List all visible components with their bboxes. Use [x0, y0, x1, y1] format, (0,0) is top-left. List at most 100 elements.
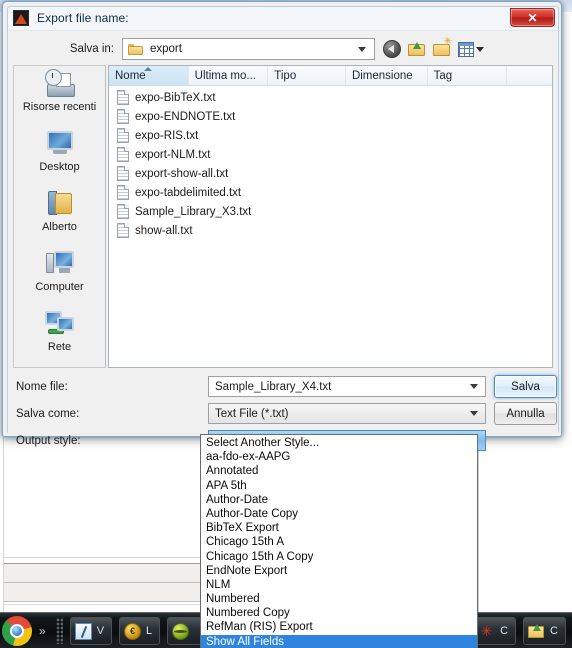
- text-file-icon: [117, 90, 129, 105]
- file-name: expo-RIS.txt: [135, 129, 199, 142]
- place-label: Risorse recenti: [22, 101, 97, 113]
- file-row[interactable]: expo-BibTeX.txt: [109, 88, 552, 107]
- column-label: Dimensione: [351, 69, 413, 82]
- dropdown-option[interactable]: Numbered: [201, 592, 477, 606]
- file-name-row: Nome file: Sample_Library_X4.txt Salva: [8, 375, 558, 402]
- taskbar-grip-handle[interactable]: [55, 618, 63, 644]
- place-computer[interactable]: Computer: [14, 246, 105, 306]
- file-row[interactable]: export-NLM.txt: [109, 145, 552, 164]
- save-as-label: Salva come:: [16, 408, 80, 420]
- dropdown-option-selected[interactable]: Show All Fields: [201, 634, 477, 648]
- save-as-type-combobox[interactable]: Text File (*.txt): [208, 403, 486, 424]
- taskbar-item-label: L: [146, 625, 153, 637]
- file-list-header: Nome Ultima mo... Tipo Dimensione Tag: [109, 66, 552, 86]
- column-header-tag[interactable]: Tag: [428, 66, 508, 85]
- overflow-chevron-icon[interactable]: »: [39, 624, 46, 638]
- chrome-orb-icon[interactable]: [2, 616, 32, 646]
- place-label: Desktop: [39, 161, 80, 173]
- file-list-panel: Nome Ultima mo... Tipo Dimensione Tag ex…: [108, 65, 553, 368]
- close-button[interactable]: ✕: [510, 8, 555, 27]
- file-name: expo-BibTeX.txt: [135, 91, 216, 104]
- column-header-extra[interactable]: [507, 66, 552, 85]
- word-document-icon: [74, 622, 92, 640]
- dropdown-option[interactable]: Chicago 15th A: [201, 535, 477, 549]
- save-in-combobox[interactable]: export: [122, 38, 375, 60]
- taskbar-item-word[interactable]: V: [69, 617, 113, 645]
- column-header-tipo[interactable]: Tipo: [268, 66, 346, 85]
- output-style-label: Output style:: [16, 435, 81, 447]
- dropdown-option[interactable]: RefMan (RIS) Export: [201, 620, 477, 634]
- column-header-ultima-modifica[interactable]: Ultima mo...: [189, 66, 269, 85]
- chevron-down-icon: [470, 411, 478, 416]
- save-in-label: Salva in:: [69, 43, 114, 55]
- taskbar-item-label: C: [550, 625, 558, 637]
- file-name-label: Nome file:: [16, 381, 68, 393]
- save-button[interactable]: Salva: [494, 375, 557, 398]
- column-label: Tipo: [274, 69, 297, 82]
- dialog-titlebar: Export file name: ✕: [8, 6, 558, 30]
- save-in-value: export: [150, 43, 182, 55]
- file-row[interactable]: Sample_Library_X3.txt: [109, 202, 552, 221]
- globe-app-icon: [172, 622, 190, 640]
- cancel-button[interactable]: Annulla: [494, 402, 557, 425]
- endnote-icon: [13, 10, 29, 26]
- place-alberto[interactable]: Alberto: [14, 186, 105, 246]
- place-label: Alberto: [42, 221, 77, 233]
- place-risorse-recenti[interactable]: Risorse recenti: [14, 66, 105, 126]
- file-rows: expo-BibTeX.txt expo-ENDNOTE.txt expo-RI…: [109, 86, 552, 240]
- file-name-value: Sample_Library_X4.txt: [215, 380, 332, 393]
- export-file-dialog: Export file name: ✕ Salva in: export ✳ R…: [2, 1, 562, 451]
- file-row[interactable]: expo-tabdelimited.txt: [109, 183, 552, 202]
- dropdown-option[interactable]: Select Another Style...: [201, 436, 477, 450]
- file-row[interactable]: expo-RIS.txt: [109, 126, 552, 145]
- dropdown-option[interactable]: Author-Date: [201, 493, 477, 507]
- sort-ascending-icon: [144, 67, 153, 71]
- place-rete[interactable]: Rete: [14, 306, 105, 366]
- dialog-title: Export file name:: [37, 11, 129, 25]
- folder-export-icon: [528, 623, 545, 640]
- taskbar-item-globe-app[interactable]: [167, 617, 203, 645]
- screen: Export file name: ✕ Salva in: export ✳ R…: [0, 0, 572, 648]
- maple-leaf-icon: ✳: [480, 622, 493, 639]
- file-row[interactable]: expo-ENDNOTE.txt: [109, 107, 552, 126]
- text-file-icon: [117, 204, 129, 219]
- column-header-dimensione[interactable]: Dimensione: [346, 66, 428, 85]
- taskbar-item-coin-app[interactable]: € L: [119, 617, 161, 645]
- back-arrow-icon[interactable]: [383, 40, 401, 58]
- column-label: Nome: [115, 69, 146, 82]
- taskbar-item-label: V: [96, 625, 105, 637]
- chevron-down-icon: [470, 384, 478, 389]
- file-name: export-show-all.txt: [135, 167, 229, 180]
- save-in-row: Salva in: export: [8, 37, 558, 63]
- text-file-icon: [117, 185, 129, 200]
- recent-documents-icon: [44, 69, 76, 99]
- dropdown-option[interactable]: BibTeX Export: [201, 521, 477, 535]
- file-name-input[interactable]: Sample_Library_X4.txt: [208, 376, 486, 397]
- place-label: Computer: [35, 281, 84, 293]
- file-name: expo-tabdelimited.txt: [135, 186, 242, 199]
- column-label: Ultima mo...: [194, 69, 256, 82]
- output-style-dropdown-list[interactable]: Select Another Style... aa-fdo-ex-AAPG A…: [200, 434, 478, 648]
- column-header-nome[interactable]: Nome: [109, 66, 189, 85]
- file-row[interactable]: export-show-all.txt: [109, 164, 552, 183]
- dropdown-option[interactable]: EndNote Export: [201, 564, 477, 578]
- new-folder-icon[interactable]: [433, 37, 452, 58]
- dropdown-option[interactable]: Chicago 15th A Copy: [201, 550, 477, 564]
- dropdown-option[interactable]: NLM: [201, 578, 477, 592]
- dialog-body: Salva in: export ✳ Risorse recenti Deskt…: [8, 30, 558, 451]
- dropdown-option[interactable]: aa-fdo-ex-AAPG: [201, 450, 477, 464]
- taskbar-item-maple[interactable]: ✳ C: [473, 617, 517, 645]
- views-grid-icon[interactable]: [458, 40, 484, 58]
- dropdown-option[interactable]: Author-Date Copy: [201, 507, 477, 521]
- network-icon: [44, 309, 76, 339]
- dropdown-option[interactable]: Annotated: [201, 464, 477, 478]
- folder-icon: [128, 43, 143, 55]
- computer-icon: [44, 249, 76, 279]
- dropdown-option[interactable]: Numbered Copy: [201, 606, 477, 620]
- taskbar-item-folder-export[interactable]: C: [523, 617, 566, 645]
- file-row[interactable]: show-all.txt: [109, 221, 552, 240]
- folder-up-icon[interactable]: [408, 40, 426, 58]
- save-as-row: Salva come: Text File (*.txt) Annulla: [8, 402, 558, 429]
- place-desktop[interactable]: Desktop: [14, 126, 105, 186]
- dropdown-option[interactable]: APA 5th: [201, 479, 477, 493]
